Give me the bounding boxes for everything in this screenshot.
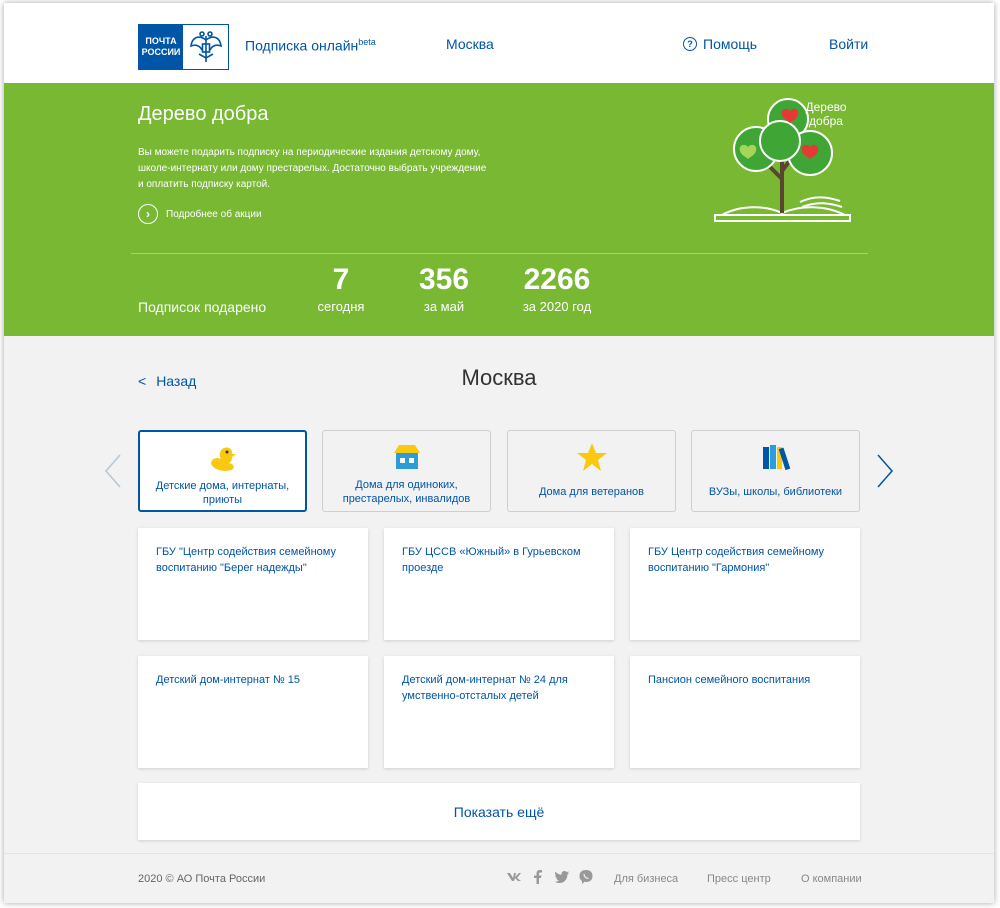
stat-year: 2266 за 2020 год: [512, 263, 602, 314]
stat-caption: сегодня: [317, 299, 365, 314]
stat-value: 7: [332, 263, 350, 296]
pochta-logo[interactable]: ПОЧТА РОССИИ: [138, 24, 229, 70]
footer-link-press[interactable]: Пресс центр: [707, 873, 771, 885]
more-info-label: Подробнее об акции: [166, 208, 262, 220]
category-label: Дома для ветеранов: [538, 486, 645, 498]
house-icon: [323, 441, 490, 473]
tree-of-good-illustration: Дерево добра: [710, 97, 860, 237]
more-info-link[interactable]: › Подробнее об акции: [138, 204, 262, 224]
help-icon: ?: [683, 37, 697, 51]
city-selector[interactable]: Москва: [446, 36, 494, 52]
chevron-right-icon: [877, 454, 893, 488]
eagle-icon: [183, 25, 228, 69]
help-link[interactable]: ? Помощь: [683, 36, 757, 52]
stat-caption: за май: [423, 299, 465, 314]
page-title: Москва: [461, 365, 537, 390]
page-frame: ПОЧТА РОССИИ Подписка онлайнbeta Москва …: [4, 3, 994, 903]
banner-description: Вы можете подарить подписку на периодиче…: [138, 147, 487, 190]
stat-month: 356 за май: [408, 263, 480, 314]
facebook-icon[interactable]: [530, 869, 546, 885]
star-icon: [508, 441, 675, 473]
institution-card[interactable]: Детский дом-интернат № 24 для умственно-…: [384, 656, 614, 768]
tree-label-1: Дерево: [805, 100, 846, 114]
tree-label-2: добра: [809, 114, 843, 128]
stat-value: 356: [418, 263, 470, 296]
chevron-right-circle-icon: ›: [138, 204, 158, 224]
institution-card[interactable]: Детский дом-интернат № 15: [138, 656, 368, 768]
brand-label: Подписка онлайн: [245, 37, 359, 54]
logo-line-2: РОССИИ: [141, 47, 181, 57]
help-label: Помощь: [703, 36, 758, 52]
category-schools-libraries[interactable]: ВУЗы, школы, библиотеки: [691, 430, 860, 512]
vk-icon[interactable]: [506, 869, 522, 885]
stat-today: 7 сегодня: [308, 263, 374, 314]
category-elderly-homes[interactable]: Дома для одиноких, престарелых, инвалидо…: [322, 430, 491, 512]
stats-label: Подписок подарено: [138, 299, 267, 315]
category-label: Дома для одиноких, престарелых, инвалидо…: [342, 479, 471, 505]
viber-icon[interactable]: [578, 869, 594, 885]
stat-caption: за 2020 год: [522, 299, 592, 314]
books-icon: [692, 441, 859, 473]
stat-value: 2266: [523, 263, 591, 296]
chevron-left-icon: [105, 454, 121, 488]
logo-line-1: ПОЧТА: [145, 36, 177, 46]
category-label: Детские дома, интернаты, приюты: [155, 480, 290, 506]
institution-card[interactable]: Пансион семейного воспитания: [630, 656, 860, 768]
logo-text: ПОЧТА РОССИИ: [139, 25, 183, 69]
category-label: ВУЗы, школы, библиотеки: [708, 486, 843, 498]
duck-icon: [140, 442, 305, 474]
banner-divider: [131, 253, 868, 254]
category-veterans-homes[interactable]: Дома для ветеранов: [507, 430, 676, 512]
footer-link-business[interactable]: Для бизнеса: [614, 873, 678, 885]
brand-link[interactable]: Подписка онлайнbeta: [245, 37, 376, 54]
institution-card[interactable]: ГБУ Центр содействия семейному воспитани…: [630, 528, 860, 640]
category-orphanages[interactable]: Детские дома, интернаты, приюты: [138, 430, 307, 512]
footer-link-about[interactable]: О компании: [801, 873, 862, 885]
beta-badge: beta: [358, 37, 376, 47]
carousel-next-button[interactable]: [874, 453, 896, 489]
institution-card[interactable]: ГБУ "Центр содействия семейному воспитан…: [138, 528, 368, 640]
social-links: [506, 869, 594, 885]
promo-banner: Дерево добра Вы можете подарить подписку…: [4, 83, 994, 336]
footer: 2020 © АО Почта России Для бизнеса Пресс…: [4, 853, 994, 903]
header: ПОЧТА РОССИИ Подписка онлайнbeta Москва …: [4, 3, 994, 83]
login-link[interactable]: Войти: [829, 36, 868, 52]
institution-card[interactable]: ГБУ ЦССВ «Южный» в Гурьевском проезде: [384, 528, 614, 640]
banner-title: Дерево добра: [138, 103, 269, 125]
carousel-prev-button[interactable]: [102, 453, 124, 489]
twitter-icon[interactable]: [554, 869, 570, 885]
show-more-button[interactable]: Показать ещё: [138, 783, 860, 840]
copyright: 2020 © АО Почта России: [138, 873, 266, 885]
